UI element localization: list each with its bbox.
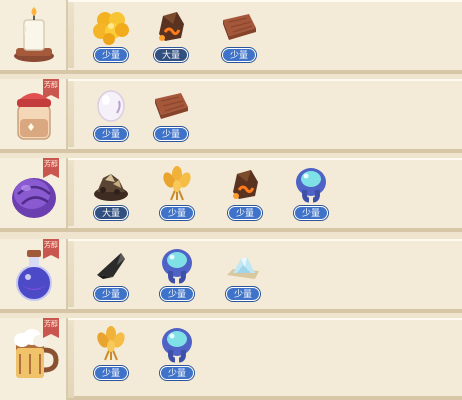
ingredient-slot[interactable]: 少量 — [154, 162, 200, 224]
recipe-list: 少量 大量 少量 芳醇 少量 少量 芳醇 大量 少量 少量 少量 芳醇 少量 少… — [0, 0, 462, 400]
row-divider — [68, 81, 74, 147]
ore-pile-icon — [94, 174, 128, 201]
row-divider — [68, 241, 74, 307]
quantity-badge: 少量 — [160, 206, 194, 220]
salt-crystal-icon — [227, 257, 259, 279]
ingredient-slot[interactable]: 少量 — [154, 322, 200, 384]
blue-fungus-icon — [162, 249, 192, 284]
recipe-row[interactable]: 芳醇 少量 少量 — [0, 318, 462, 400]
product-cell[interactable] — [0, 0, 68, 70]
recipe-row[interactable]: 少量 大量 少量 — [0, 0, 462, 74]
quantity-badge: 少量 — [160, 366, 194, 380]
quantity-badge: 大量 — [94, 206, 128, 220]
product-cell[interactable]: 芳醇 — [0, 239, 68, 309]
row-divider — [68, 320, 74, 398]
pearl-egg-icon — [97, 90, 125, 122]
quantity-badge: 少量 — [160, 287, 194, 301]
ingredient-slot[interactable]: 少量 — [88, 243, 134, 305]
ingredient-slot[interactable]: 少量 — [88, 4, 134, 66]
ingredient-slot[interactable]: 大量 — [148, 4, 194, 66]
blue-fungus-icon — [162, 328, 192, 363]
row-divider — [68, 160, 74, 226]
ingredient-slot[interactable]: 少量 — [216, 4, 262, 66]
product-cell[interactable]: 芳醇 — [0, 158, 68, 228]
quantity-badge: 少量 — [94, 287, 128, 301]
quantity-badge: 少量 — [94, 366, 128, 380]
quantity-badge: 少量 — [94, 127, 128, 141]
quantity-badge: 少量 — [94, 48, 128, 62]
ingredient-slot[interactable]: 少量 — [88, 83, 134, 145]
ingredient-slot[interactable]: 少量 — [148, 83, 194, 145]
charcoal-icon — [233, 170, 258, 199]
quantity-badge: 少量 — [154, 127, 188, 141]
blue-fungus-icon — [296, 168, 326, 203]
quantity-badge: 大量 — [154, 48, 188, 62]
wheat-icon — [97, 326, 125, 361]
ingredient-slot[interactable]: 少量 — [154, 243, 200, 305]
wood-plank-icon — [223, 14, 256, 40]
honeycomb-icon — [93, 12, 129, 45]
ingredient-slot[interactable]: 少量 — [220, 243, 266, 305]
candle-icon — [14, 7, 54, 62]
recipe-row[interactable]: 芳醇 少量 少量 — [0, 239, 462, 313]
ingredient-slot[interactable]: 少量 — [88, 322, 134, 384]
quantity-badge: 少量 — [228, 206, 262, 220]
quantity-badge: 少量 — [222, 48, 256, 62]
charcoal-icon — [159, 12, 184, 41]
recipe-row[interactable]: 芳醇 少量 少量 — [0, 79, 462, 153]
product-cell[interactable]: 芳醇 — [0, 79, 68, 149]
black-shard-icon — [97, 253, 125, 279]
ingredient-slot[interactable]: 少量 — [288, 162, 334, 224]
quantity-badge: 少量 — [294, 206, 328, 220]
recipe-row[interactable]: 芳醇 大量 少量 少量 少量 — [0, 158, 462, 232]
product-cell[interactable]: 芳醇 — [0, 318, 68, 400]
quantity-badge: 少量 — [226, 287, 260, 301]
wheat-icon — [163, 166, 191, 201]
wood-plank-icon — [155, 93, 188, 119]
ingredient-slot[interactable]: 少量 — [222, 162, 268, 224]
row-divider — [68, 2, 74, 68]
ingredient-slot[interactable]: 大量 — [88, 162, 134, 224]
